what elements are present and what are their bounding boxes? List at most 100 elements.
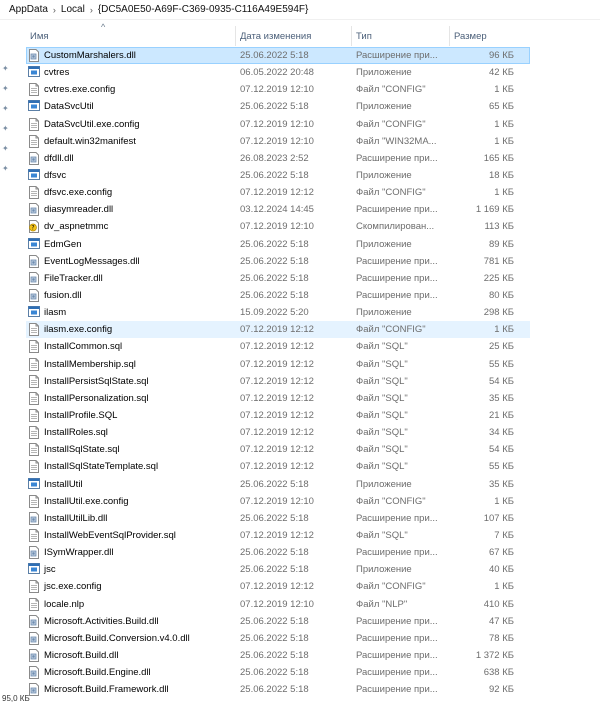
column-header-size[interactable]: Размер bbox=[450, 26, 530, 46]
column-header-type[interactable]: Тип bbox=[352, 26, 450, 46]
column-header-name[interactable]: Имя bbox=[26, 26, 236, 46]
file-name-cell[interactable]: Microsoft.Build.Engine.dll bbox=[26, 666, 236, 680]
file-name-cell[interactable]: InstallCommon.sql bbox=[26, 340, 236, 354]
file-name: Microsoft.Activities.Build.dll bbox=[44, 615, 159, 627]
file-row[interactable]: InstallMembership.sql 07.12.2019 12:12 Фай… bbox=[26, 356, 530, 373]
file-row[interactable]: InstallUtilLib.dll 25.06.2022 5:18 Расшире… bbox=[26, 510, 530, 527]
file-row[interactable]: dfsvc 25.06.2022 5:18 Приложение 18 КБ bbox=[26, 167, 530, 184]
file-name-cell[interactable]: Microsoft.Build.dll bbox=[26, 648, 236, 662]
file-row[interactable]: default.win32manifest 07.12.2019 12:10 Фай… bbox=[26, 133, 530, 150]
file-name-cell[interactable]: DataSvcUtil.exe.config bbox=[26, 117, 236, 131]
file-row[interactable]: Microsoft.Build.dll 25.06.2022 5:18 Расшир… bbox=[26, 647, 530, 664]
file-row[interactable]: ISymWrapper.dll 25.06.2022 5:18 Расширение… bbox=[26, 544, 530, 561]
file-row[interactable]: InstallUtil 25.06.2022 5:18 Приложение 35 К… bbox=[26, 476, 530, 493]
file-name-cell[interactable]: cvtres.exe.config bbox=[26, 83, 236, 97]
file-row[interactable]: ilasm 15.09.2022 5:20 Приложение 298 КБ bbox=[26, 304, 530, 321]
file-name-cell[interactable]: InstallUtilLib.dll bbox=[26, 511, 236, 525]
file-name-cell[interactable]: dfdll.dll bbox=[26, 151, 236, 165]
file-name-cell[interactable]: EventLogMessages.dll bbox=[26, 254, 236, 268]
file-date: 07.12.2019 12:12 bbox=[240, 581, 314, 593]
file-name-cell[interactable]: InstallSqlState.sql bbox=[26, 443, 236, 457]
file-row[interactable]: diasymreader.dll 03.12.2024 14:45 Расширен… bbox=[26, 201, 530, 218]
file-row[interactable]: InstallCommon.sql 07.12.2019 12:12 Файл "S… bbox=[26, 338, 530, 355]
file-row[interactable]: cvtres.exe.config 07.12.2019 12:10 Файл "C… bbox=[26, 81, 530, 98]
file-name-cell[interactable]: cvtres bbox=[26, 66, 236, 79]
file-row[interactable]: fusion.dll 25.06.2022 5:18 Расширение при.… bbox=[26, 287, 530, 304]
file-row[interactable]: InstallSqlState.sql 07.12.2019 12:12 Файл … bbox=[26, 441, 530, 458]
file-size: 781 КБ bbox=[483, 255, 514, 267]
file-date: 07.12.2019 12:10 bbox=[240, 221, 314, 233]
file-name-cell[interactable]: EdmGen bbox=[26, 237, 236, 251]
breadcrumb-item[interactable]: AppData bbox=[6, 4, 51, 15]
file-name-cell[interactable]: InstallWebEventSqlProvider.sql bbox=[26, 529, 236, 542]
file-row[interactable]: EdmGen 25.06.2022 5:18 Приложение 89 КБ bbox=[26, 236, 530, 253]
file-name-cell[interactable]: Microsoft.Activities.Build.dll bbox=[26, 614, 236, 628]
pin-icon[interactable]: ✦ bbox=[2, 85, 10, 93]
file-type: Расширение при... bbox=[356, 632, 438, 644]
file-row[interactable]: FileTracker.dll 25.06.2022 5:18 Расширение… bbox=[26, 270, 530, 287]
file-name-cell[interactable]: dfsvc.exe.config bbox=[26, 186, 236, 200]
file-row[interactable]: ilasm.exe.config 07.12.2019 12:12 Файл "CO… bbox=[26, 321, 530, 339]
file-row[interactable]: InstallPersonalization.sql 07.12.2019 12:… bbox=[26, 390, 530, 407]
breadcrumb-item[interactable]: Local bbox=[58, 4, 88, 15]
file-name-cell[interactable]: jsc.exe.config bbox=[26, 580, 236, 594]
file-name-cell[interactable]: InstallUtil.exe.config bbox=[26, 494, 236, 508]
file-row[interactable]: EventLogMessages.dll 25.06.2022 5:18 Расши… bbox=[26, 253, 530, 270]
chevron-right-icon[interactable]: › bbox=[88, 5, 95, 15]
file-name-cell[interactable]: InstallMembership.sql bbox=[26, 357, 236, 371]
file-row[interactable]: Microsoft.Build.Framework.dll 25.06.2022 … bbox=[26, 681, 530, 698]
file-row[interactable]: ? dv_aspnetmmc 07.12.2019 12:10 Скомпилиров… bbox=[26, 218, 530, 235]
file-row[interactable]: InstallWebEventSqlProvider.sql 07.12.2019… bbox=[26, 527, 530, 544]
file-name-cell[interactable]: InstallUtil bbox=[26, 477, 236, 491]
file-name-cell[interactable]: DataSvcUtil bbox=[26, 100, 236, 113]
file-row[interactable]: Microsoft.Build.Engine.dll 25.06.2022 5:1… bbox=[26, 664, 530, 681]
file-row[interactable]: InstallProfile.SQL 07.12.2019 12:12 Файл "… bbox=[26, 407, 530, 424]
file-name-cell[interactable]: ilasm bbox=[26, 306, 236, 319]
file-name-cell[interactable]: Microsoft.Build.Framework.dll bbox=[26, 683, 236, 697]
file-name-cell[interactable]: fusion.dll bbox=[26, 289, 236, 303]
chevron-right-icon[interactable]: › bbox=[51, 5, 58, 15]
file-row[interactable]: InstallPersistSqlState.sql 07.12.2019 12:… bbox=[26, 373, 530, 390]
file-row[interactable]: DataSvcUtil 25.06.2022 5:18 Приложение 65 К… bbox=[26, 98, 530, 115]
file-row[interactable]: dfsvc.exe.config 07.12.2019 12:12 Файл "CO… bbox=[26, 184, 530, 201]
file-name-cell[interactable]: ISymWrapper.dll bbox=[26, 546, 236, 560]
dll-file-icon bbox=[28, 666, 40, 680]
pin-icon[interactable]: ✦ bbox=[2, 165, 10, 173]
file-name-cell[interactable]: InstallPersonalization.sql bbox=[26, 391, 236, 405]
pin-icon[interactable]: ✦ bbox=[2, 65, 10, 73]
file-row[interactable]: InstallUtil.exe.config 07.12.2019 12:10 Фа… bbox=[26, 493, 530, 510]
file-name-cell[interactable]: InstallSqlStateTemplate.sql bbox=[26, 460, 236, 474]
pin-icon[interactable]: ✦ bbox=[2, 105, 10, 113]
file-name-cell[interactable]: jsc bbox=[26, 563, 236, 576]
file-type: Файл "NLP" bbox=[356, 598, 408, 610]
file-name-cell[interactable]: default.win32manifest bbox=[26, 134, 236, 148]
file-name: InstallWebEventSqlProvider.sql bbox=[44, 530, 176, 541]
file-row[interactable]: jsc.exe.config 07.12.2019 12:12 Файл "CONF… bbox=[26, 578, 530, 595]
file-name-cell[interactable]: Microsoft.Build.Conversion.v4.0.dll bbox=[26, 631, 236, 645]
file-name-cell[interactable]: FileTracker.dll bbox=[26, 271, 236, 285]
file-name-cell[interactable]: CustomMarshalers.dll bbox=[26, 49, 236, 63]
file-name-cell[interactable]: InstallProfile.SQL bbox=[26, 409, 236, 423]
file-name-cell[interactable]: ? dv_aspnetmmc bbox=[26, 220, 236, 234]
file-row[interactable]: InstallSqlStateTemplate.sql 07.12.2019 12… bbox=[26, 458, 530, 475]
file-row[interactable]: InstallRoles.sql 07.12.2019 12:12 Файл "SQ… bbox=[26, 424, 530, 441]
file-name-cell[interactable]: dfsvc bbox=[26, 169, 236, 182]
breadcrumb-item[interactable]: {DC5A0E50-A69F-C369-0935-C116A49E594F} bbox=[95, 4, 312, 15]
file-row[interactable]: CustomMarshalers.dll 25.06.2022 5:18 Расши… bbox=[26, 47, 530, 65]
pin-icon[interactable]: ✦ bbox=[2, 145, 10, 153]
file-name-cell[interactable]: locale.nlp bbox=[26, 597, 236, 611]
file-row[interactable]: Microsoft.Activities.Build.dll 25.06.2022… bbox=[26, 613, 530, 630]
file-row[interactable]: cvtres 06.05.2022 20:48 Приложение 42 КБ bbox=[26, 64, 530, 81]
file-row[interactable]: DataSvcUtil.exe.config 07.12.2019 12:10 Фа… bbox=[26, 116, 530, 133]
file-row[interactable]: locale.nlp 07.12.2019 12:10 Файл "NLP" 410 … bbox=[26, 596, 530, 613]
file-size: 1 КБ bbox=[494, 118, 514, 130]
file-row[interactable]: dfdll.dll 26.08.2023 2:52 Расширение при..… bbox=[26, 150, 530, 167]
file-name-cell[interactable]: InstallPersistSqlState.sql bbox=[26, 374, 236, 388]
file-row[interactable]: Microsoft.Build.Conversion.v4.0.dll 25.06… bbox=[26, 630, 530, 647]
file-row[interactable]: jsc 25.06.2022 5:18 Приложение 40 КБ bbox=[26, 561, 530, 578]
pin-icon[interactable]: ✦ bbox=[2, 125, 10, 133]
column-header-date[interactable]: Дата изменения bbox=[236, 26, 352, 46]
file-name-cell[interactable]: diasymreader.dll bbox=[26, 203, 236, 217]
file-name-cell[interactable]: ilasm.exe.config bbox=[26, 323, 236, 337]
file-name-cell[interactable]: InstallRoles.sql bbox=[26, 426, 236, 440]
